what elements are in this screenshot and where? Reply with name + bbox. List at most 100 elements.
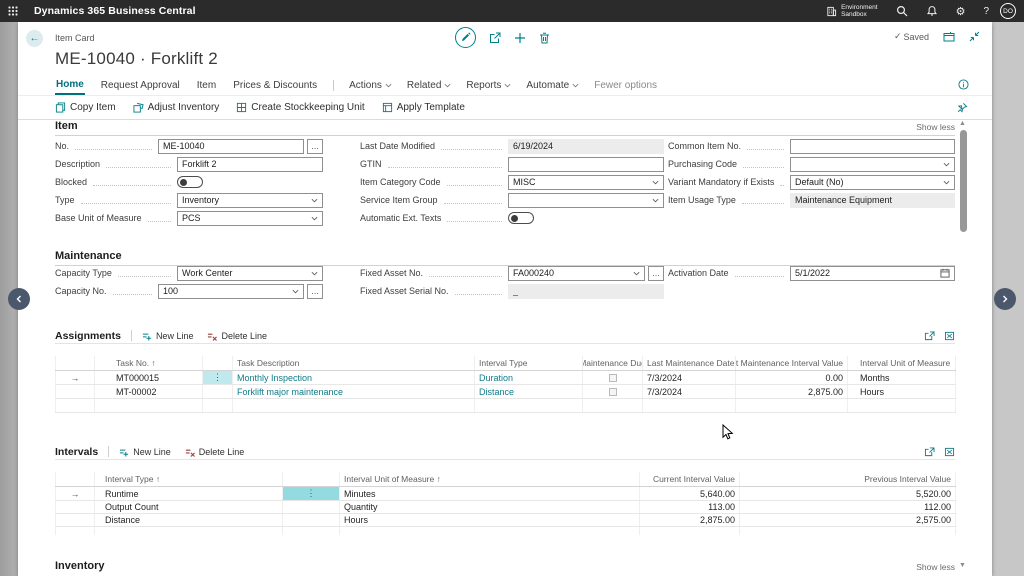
fixed-asset-no-lookup-button[interactable]: … [648, 266, 664, 281]
cell-previous-interval-value[interactable]: 2,575.00 [740, 514, 956, 526]
create-stockkeeping-unit-button[interactable]: Create Stockkeeping Unit [236, 102, 364, 113]
maintenance-due-checkbox[interactable] [609, 388, 617, 396]
assignments-delete-line-button[interactable]: Delete Line [207, 331, 267, 341]
purchasing-code-select[interactable] [790, 157, 955, 172]
cell-interval-uom[interactable]: Hours [848, 385, 956, 398]
menu-automate[interactable]: Automate [526, 80, 579, 91]
assignments-row-1[interactable]: → MT000015 ⋮ Monthly Inspection Duration… [55, 371, 956, 385]
no-input[interactable]: ME-10040 [158, 139, 304, 154]
maintenance-due-checkbox[interactable] [609, 374, 617, 382]
col-interval-type[interactable]: Interval Type [475, 356, 583, 370]
collapse-button[interactable] [969, 31, 980, 42]
intervals-row-2[interactable]: Output Count Quantity 113.00 112.00 [55, 501, 956, 514]
cell-interval-type[interactable]: Runtime [95, 487, 283, 500]
help-button[interactable]: ? [974, 0, 998, 22]
cell-interval-type[interactable]: Output Count [95, 501, 283, 513]
apply-template-button[interactable]: Apply Template [382, 102, 465, 113]
cell-previous-interval-value[interactable]: 5,520.00 [740, 487, 956, 500]
scrollbar-thumb[interactable] [960, 130, 967, 232]
cell-interval-uom[interactable]: Quantity [340, 501, 640, 513]
tab-request-approval[interactable]: Request Approval [100, 77, 181, 94]
gtin-input[interactable] [508, 157, 664, 172]
fewer-options-button[interactable]: Fewer options [594, 80, 657, 91]
intervals-row-3[interactable]: Distance Hours 2,875.00 2,575.00 [55, 514, 956, 527]
open-in-excel-icon[interactable] [944, 447, 955, 457]
notifications-button[interactable] [917, 0, 947, 22]
share-button[interactable] [489, 32, 501, 44]
open-in-window-button[interactable] [943, 31, 955, 42]
cell-last-maintenance-date[interactable]: 7/3/2024 [643, 371, 736, 384]
blocked-toggle[interactable] [177, 176, 203, 188]
pin-button[interactable] [957, 102, 968, 113]
assignments-empty-row[interactable] [55, 399, 956, 413]
tab-home[interactable]: Home [55, 76, 85, 95]
cell-current-interval-value[interactable]: 5,640.00 [640, 487, 740, 500]
row-menu-button[interactable]: ⋮ [283, 487, 340, 500]
cell-interval-uom[interactable]: Hours [340, 514, 640, 526]
col-last-maintenance-date[interactable]: Last Maintenance Date [643, 356, 736, 370]
environment-indicator[interactable]: Environment Sandbox [817, 0, 887, 22]
capacity-no-select[interactable]: 100 [158, 284, 304, 299]
cell-interval-type[interactable]: Distance [479, 387, 514, 397]
col-interval-uom[interactable]: Interval Unit of Measure [848, 356, 956, 370]
edit-button[interactable] [455, 27, 476, 48]
base-uom-select[interactable]: PCS [177, 211, 323, 226]
col-interval-uom[interactable]: Interval Unit of Measure ↑ [340, 472, 640, 486]
cell-task-no[interactable]: MT-00002 [95, 385, 203, 398]
cell-interval-uom[interactable]: Minutes [340, 487, 640, 500]
cell-interval-type[interactable]: Duration [479, 373, 513, 383]
cell-interval-uom[interactable]: Months [848, 371, 956, 384]
cell-current-interval-value[interactable]: 113.00 [640, 501, 740, 513]
col-last-maintenance-interval-value[interactable]: Last Maintenance Interval Value [736, 356, 848, 370]
fixed-asset-no-select[interactable]: FA000240 [508, 266, 645, 281]
row-menu-button[interactable]: ⋮ [203, 371, 233, 384]
cell-last-maintenance-interval-value[interactable]: 0.00 [736, 371, 848, 384]
item-category-select[interactable]: MISC [508, 175, 664, 190]
share-icon[interactable] [924, 331, 935, 341]
next-record-button[interactable] [994, 288, 1016, 310]
cell-current-interval-value[interactable]: 2,875.00 [640, 514, 740, 526]
service-item-group-select[interactable] [508, 193, 664, 208]
show-less-link[interactable]: Show less [916, 122, 955, 132]
delete-button[interactable] [539, 32, 550, 44]
menu-reports[interactable]: Reports [466, 80, 511, 91]
col-maintenance-due[interactable]: Maintenance Due [583, 356, 643, 370]
cell-task-no[interactable]: MT000015 [95, 371, 203, 384]
automatic-ext-texts-toggle[interactable] [508, 212, 534, 224]
settings-button[interactable]: ⚙ [947, 0, 975, 22]
calendar-icon[interactable] [940, 268, 950, 278]
user-avatar[interactable]: DO [1000, 3, 1016, 19]
cell-interval-type[interactable]: Distance [95, 514, 283, 526]
app-title[interactable]: Dynamics 365 Business Central [34, 5, 196, 17]
cell-last-maintenance-interval-value[interactable]: 2,875.00 [736, 385, 848, 398]
tab-item[interactable]: Item [196, 77, 217, 94]
col-task-description[interactable]: Task Description [233, 356, 475, 370]
menu-related[interactable]: Related [407, 80, 451, 91]
cell-task-description[interactable]: Forklift major maintenance [237, 387, 343, 397]
variant-mandatory-select[interactable]: Default (No) [790, 175, 955, 190]
col-current-interval-value[interactable]: Current Interval Value [640, 472, 740, 486]
info-button[interactable] [958, 79, 969, 90]
col-interval-type[interactable]: Interval Type ↑ [95, 472, 283, 486]
type-select[interactable]: Inventory [177, 193, 323, 208]
cell-last-maintenance-date[interactable]: 7/3/2024 [643, 385, 736, 398]
new-button[interactable] [514, 32, 526, 44]
intervals-row-1[interactable]: → Runtime ⋮ Minutes 5,640.00 5,520.00 [55, 487, 956, 501]
app-launcher-icon[interactable] [0, 0, 26, 22]
scrollbar-down-arrow[interactable]: ▼ [959, 562, 966, 569]
intervals-delete-line-button[interactable]: Delete Line [185, 447, 245, 457]
cell-previous-interval-value[interactable]: 112.00 [740, 501, 956, 513]
previous-record-button[interactable] [8, 288, 30, 310]
adjust-inventory-button[interactable]: Adjust Inventory [133, 102, 220, 113]
menu-actions[interactable]: Actions [349, 80, 392, 91]
cell-task-description[interactable]: Monthly Inspection [237, 373, 312, 383]
search-button[interactable] [887, 0, 917, 22]
description-input[interactable]: Forklift 2 [177, 157, 323, 172]
tab-prices-discounts[interactable]: Prices & Discounts [232, 77, 318, 94]
intervals-new-line-button[interactable]: New Line [119, 447, 171, 457]
open-in-excel-icon[interactable] [944, 331, 955, 341]
assignments-row-2[interactable]: MT-00002 Forklift major maintenance Dist… [55, 385, 956, 399]
intervals-empty-row[interactable] [55, 527, 956, 535]
common-item-no-input[interactable] [790, 139, 955, 154]
capacity-type-select[interactable]: Work Center [177, 266, 323, 281]
